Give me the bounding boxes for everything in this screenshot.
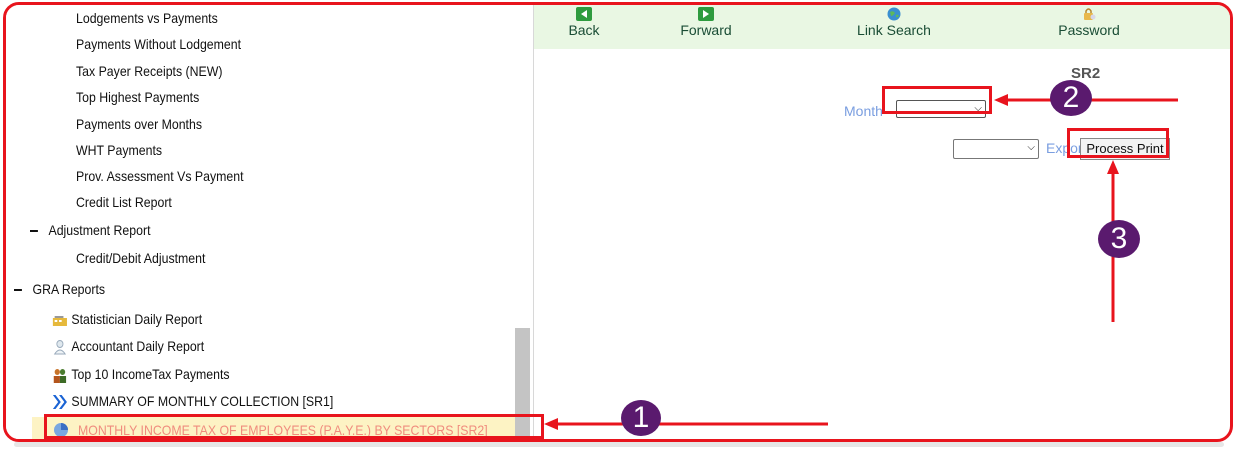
arrowhead-step2: [994, 94, 1008, 106]
step-badge-2: 2: [1050, 80, 1092, 116]
step-badge-3: 3: [1098, 220, 1140, 258]
annotation-arrows: [544, 94, 1178, 430]
step-badge-1: 1: [621, 400, 661, 436]
arrowhead-step1: [544, 418, 558, 430]
arrowhead-step3: [1107, 160, 1119, 174]
